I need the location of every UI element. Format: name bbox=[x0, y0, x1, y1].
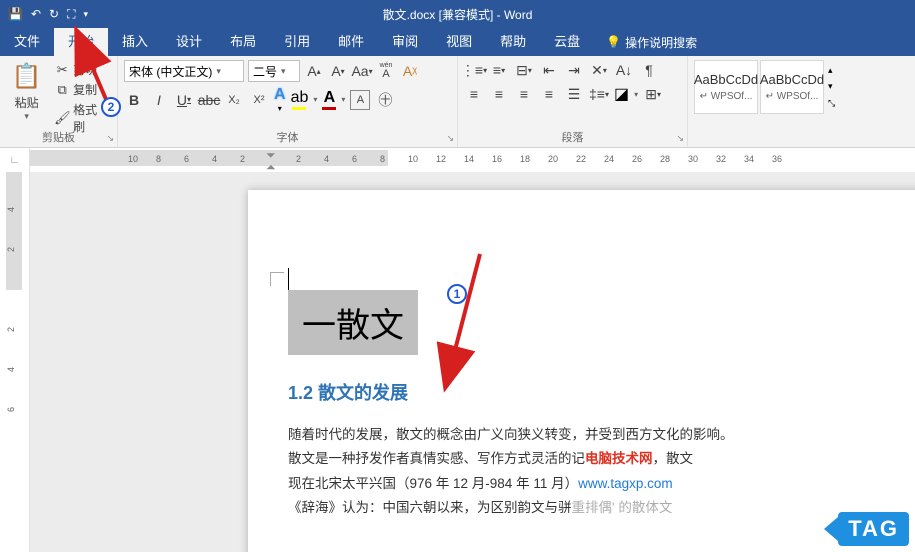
tab-design[interactable]: 设计 bbox=[162, 28, 216, 56]
para-dialog-launcher-icon[interactable]: ↘ bbox=[676, 133, 684, 144]
grow-font-button[interactable]: A▴ bbox=[304, 61, 324, 81]
align-right-button[interactable]: ≡ bbox=[514, 84, 534, 104]
shading-button[interactable]: ◪ bbox=[614, 84, 629, 104]
change-case-button[interactable]: Aa▾ bbox=[352, 61, 372, 81]
group-styles: AaBbCcDd ↵ WPSOf... AaBbCcDd ↵ WPSOf... … bbox=[688, 56, 848, 147]
shrink-font-button[interactable]: A▾ bbox=[328, 61, 348, 81]
page: 一散文 1.2 散文的发展 随着时代的发展，散文的概念由广义向狭义转变，并受到西… bbox=[248, 190, 915, 552]
tab-view[interactable]: 视图 bbox=[432, 28, 486, 56]
paste-icon: 📋 bbox=[12, 62, 42, 94]
save-icon[interactable]: 💾 bbox=[8, 7, 23, 21]
tab-file[interactable]: 文件 bbox=[0, 28, 54, 56]
annotation-badge-2: 2 bbox=[101, 97, 121, 117]
group-paragraph: ⋮≡▾ ≡▾ ⊟▾ ⇤ ⇥ ✕▾ A↓ ¶ ≡ ≡ ≡ ≡ ☰ ‡≡▾ ◪ ▾ ⊞… bbox=[458, 56, 688, 147]
clipboard-dialog-launcher-icon[interactable]: ↘ bbox=[106, 133, 114, 144]
font-dialog-launcher-icon[interactable]: ↘ bbox=[446, 133, 454, 144]
title-bar: 💾 ↶ ↻ ⛶ ▾ 散文.docx [兼容模式] - Word bbox=[0, 0, 915, 28]
body-paragraph[interactable]: 随着时代的发展，散文的概念由广义向狭义转变，并受到西方文化的影响。 散文是一种抒… bbox=[288, 423, 908, 520]
group-clipboard: 📋 粘贴 ▾ ✂剪切 ⧉复制 🖌格式刷 剪贴板 ↘ bbox=[0, 56, 118, 147]
margin-corner-icon bbox=[270, 272, 284, 286]
bullets-button[interactable]: ⋮≡▾ bbox=[464, 60, 484, 80]
decrease-indent-button[interactable]: ⇤ bbox=[539, 60, 559, 80]
copy-icon: ⧉ bbox=[54, 82, 70, 98]
undo-icon[interactable]: ↶ bbox=[31, 7, 41, 21]
char-border-button[interactable]: A bbox=[350, 90, 370, 110]
italic-button[interactable]: I bbox=[149, 90, 169, 110]
align-center-button[interactable]: ≡ bbox=[489, 84, 509, 104]
tab-cloud[interactable]: 云盘 bbox=[540, 28, 594, 56]
chevron-down-icon[interactable]: ▾ bbox=[313, 95, 317, 104]
text-cursor-icon bbox=[288, 268, 289, 290]
copy-button[interactable]: ⧉复制 bbox=[51, 80, 111, 99]
ribbon-tabs: 文件 开始 插入 设计 布局 引用 邮件 审阅 视图 帮助 云盘 💡 操作说明搜… bbox=[0, 28, 915, 56]
numbering-button[interactable]: ≡▾ bbox=[489, 60, 509, 80]
justify-button[interactable]: ≡ bbox=[539, 84, 559, 104]
styles-scroll-up-icon[interactable]: ▴ bbox=[828, 65, 835, 76]
tab-mail[interactable]: 邮件 bbox=[324, 28, 378, 56]
tag-watermark: TAG bbox=[824, 512, 909, 546]
bold-button[interactable]: B bbox=[124, 90, 144, 110]
vertical-ruler[interactable]: 4 2 2 4 6 bbox=[0, 172, 30, 552]
phonetic-guide-button[interactable]: wénA bbox=[376, 61, 396, 81]
clear-format-button[interactable]: Aᵡ bbox=[400, 61, 420, 81]
selected-title-text[interactable]: 一散文 bbox=[288, 290, 418, 355]
tell-me-search[interactable]: 💡 操作说明搜索 bbox=[594, 34, 697, 51]
increase-indent-button[interactable]: ⇥ bbox=[564, 60, 584, 80]
horizontal-ruler-area: ∟ 10 8 6 4 2 2 4 6 8 10 12 14 16 18 20 2… bbox=[0, 148, 915, 172]
lightbulb-icon: 💡 bbox=[606, 35, 621, 49]
style-item-1[interactable]: AaBbCcDd ↵ WPSOf... bbox=[694, 60, 758, 114]
document-scroll[interactable]: 一散文 1.2 散文的发展 随着时代的发展，散文的概念由广义向狭义转变，并受到西… bbox=[30, 172, 915, 552]
tab-home[interactable]: 开始 bbox=[54, 28, 108, 56]
borders-button[interactable]: ⊞▾ bbox=[643, 84, 663, 104]
font-size-combo[interactable]: 二号▾ bbox=[248, 60, 300, 82]
chevron-down-icon: ▾ bbox=[216, 66, 221, 77]
font-name-combo[interactable]: 宋体 (中文正文)▾ bbox=[124, 60, 244, 82]
underline-button[interactable]: U▾ bbox=[174, 90, 194, 110]
ruler-corner-tab-selector[interactable]: ∟ bbox=[0, 148, 30, 172]
tab-layout[interactable]: 布局 bbox=[216, 28, 270, 56]
styles-expand-icon[interactable]: ⤡ bbox=[828, 98, 835, 109]
tab-help[interactable]: 帮助 bbox=[486, 28, 540, 56]
horizontal-ruler[interactable]: 10 8 6 4 2 2 4 6 8 10 12 14 16 18 20 22 … bbox=[248, 148, 915, 172]
strikethrough-button[interactable]: abc bbox=[199, 90, 219, 110]
cut-button[interactable]: ✂剪切 bbox=[51, 60, 111, 79]
highlight-button[interactable]: ab bbox=[291, 89, 309, 110]
document-area: 4 2 2 4 6 一散文 1.2 散文的发展 随着时代的发展，散文的概念由广义… bbox=[0, 172, 915, 552]
watermark-text-red: 电脑技术网 bbox=[585, 451, 653, 466]
font-color-button[interactable]: A bbox=[322, 89, 336, 110]
distribute-button[interactable]: ☰ bbox=[564, 84, 584, 104]
sort-button[interactable]: A↓ bbox=[614, 60, 634, 80]
chevron-down-icon[interactable]: ▾ bbox=[634, 90, 638, 99]
heading-2[interactable]: 1.2 散文的发展 bbox=[288, 379, 908, 405]
superscript-button[interactable]: X² bbox=[249, 90, 269, 110]
watermark-text-blue: www.tagxp.com bbox=[578, 476, 673, 491]
tab-references[interactable]: 引用 bbox=[270, 28, 324, 56]
group-font: 宋体 (中文正文)▾ 二号▾ A▴ A▾ Aa▾ wénA Aᵡ B I U▾ … bbox=[118, 56, 458, 147]
multilevel-button[interactable]: ⊟▾ bbox=[514, 60, 534, 80]
style-item-2[interactable]: AaBbCcDd ↵ WPSOf... bbox=[760, 60, 824, 114]
text-effects-button[interactable]: A▾ bbox=[274, 86, 286, 113]
subscript-button[interactable]: X₂ bbox=[224, 90, 244, 110]
chevron-down-icon[interactable]: ▾ bbox=[341, 95, 345, 104]
enclose-char-button[interactable]: ㊉ bbox=[375, 90, 395, 110]
tab-insert[interactable]: 插入 bbox=[108, 28, 162, 56]
show-marks-button[interactable]: ¶ bbox=[639, 60, 659, 80]
scissors-icon: ✂ bbox=[54, 62, 70, 78]
brush-icon: 🖌 bbox=[54, 110, 70, 126]
window-title: 散文.docx [兼容模式] - Word bbox=[88, 6, 827, 23]
ribbon: 📋 粘贴 ▾ ✂剪切 ⧉复制 🖌格式刷 剪贴板 ↘ 宋体 (中文正文)▾ 二号▾… bbox=[0, 56, 915, 148]
styles-scroll-down-icon[interactable]: ▾ bbox=[828, 81, 835, 92]
chevron-down-icon: ▾ bbox=[281, 66, 286, 77]
tab-review[interactable]: 审阅 bbox=[378, 28, 432, 56]
asian-layout-button[interactable]: ✕▾ bbox=[589, 60, 609, 80]
redo-icon[interactable]: ↻ bbox=[49, 7, 59, 21]
page-content[interactable]: 一散文 1.2 散文的发展 随着时代的发展，散文的概念由广义向狭义转变，并受到西… bbox=[248, 190, 915, 520]
touch-mode-icon[interactable]: ⛶ bbox=[67, 7, 75, 22]
line-spacing-button[interactable]: ‡≡▾ bbox=[589, 84, 609, 104]
quick-access-toolbar: 💾 ↶ ↻ ⛶ ▾ bbox=[8, 7, 88, 22]
align-left-button[interactable]: ≡ bbox=[464, 84, 484, 104]
chevron-down-icon: ▾ bbox=[24, 111, 29, 122]
annotation-badge-1: 1 bbox=[447, 284, 467, 304]
